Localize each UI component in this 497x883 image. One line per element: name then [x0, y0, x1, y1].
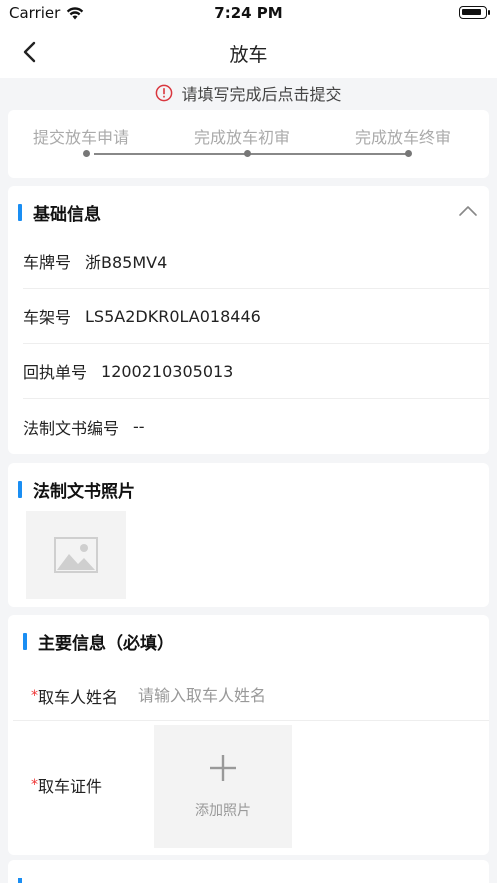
progress-steps: 提交放车申请 完成放车初审 完成放车终审 — [8, 110, 489, 178]
add-photo-label: 添加照片 — [195, 802, 251, 819]
notice-banner: 请填写完成后点击提交 — [0, 78, 497, 108]
legal-photo-header: 法制文书照片 — [8, 463, 489, 513]
battery-icon — [459, 6, 490, 19]
pickup-name-input[interactable] — [138, 686, 359, 705]
info-icon — [156, 84, 173, 102]
chevron-up-icon[interactable] — [457, 200, 479, 222]
status-bar: Carrier 7:24 PM — [0, 0, 497, 26]
basic-info-header[interactable]: 基础信息 — [8, 186, 489, 236]
step-connector — [94, 153, 246, 155]
next-section-card — [8, 860, 489, 883]
pickup-name-row: * 取车人姓名 — [13, 671, 489, 721]
pickup-id-label: 取车证件 — [38, 777, 103, 796]
row-label: 车牌号 — [23, 253, 72, 272]
clock: 7:24 PM — [214, 4, 283, 22]
plate-number-row: 车牌号 浙B85MV4 — [23, 234, 489, 289]
legal-doc-photo[interactable] — [26, 511, 126, 599]
main-info-card: 主要信息（必填） * 取车人姓名 * 取车证件 添加照片 — [8, 615, 489, 855]
row-value: 浙B85MV4 — [85, 253, 168, 272]
required-mark: * — [31, 777, 38, 793]
nav-bar: 放车 — [0, 26, 497, 78]
section-accent-bar — [18, 204, 22, 221]
row-value: LS5A2DKR0LA018446 — [85, 306, 261, 326]
section-accent-bar — [18, 878, 22, 883]
plus-icon — [210, 754, 236, 781]
add-photo-button[interactable]: 添加照片 — [154, 725, 292, 848]
notice-text: 请填写完成后点击提交 — [181, 85, 342, 104]
section-title: 法制文书照片 — [33, 482, 135, 502]
step-3-dot — [405, 150, 412, 157]
row-value: -- — [133, 417, 145, 436]
row-value: 1200210305013 — [101, 361, 234, 381]
section-title: 主要信息（必填） — [38, 634, 174, 654]
main-info-header: 主要信息（必填） — [8, 615, 489, 665]
row-label: 车架号 — [23, 308, 72, 327]
section-title: 基础信息 — [33, 205, 101, 225]
step-2-dot — [244, 150, 251, 157]
receipt-number-row: 回执单号 1200210305013 — [23, 344, 489, 399]
vin-row: 车架号 LS5A2DKR0LA018446 — [23, 289, 489, 344]
legal-photo-card: 法制文书照片 — [8, 463, 489, 607]
pickup-name-label: 取车人姓名 — [38, 687, 119, 707]
step-3-label: 完成放车终审 — [355, 128, 452, 147]
step-connector — [248, 153, 408, 155]
section-accent-bar — [18, 481, 22, 498]
image-placeholder-icon — [54, 537, 98, 573]
basic-info-card: 基础信息 车牌号 浙B85MV4 车架号 LS5A2DKR0LA018446 回… — [8, 186, 489, 454]
step-1-dot — [83, 150, 90, 157]
legal-doc-number-row: 法制文书编号 -- — [23, 399, 489, 454]
required-mark: * — [31, 687, 38, 704]
page-title: 放车 — [229, 44, 268, 66]
step-2-label: 完成放车初审 — [194, 128, 291, 147]
step-1-label: 提交放车申请 — [33, 128, 130, 147]
row-label: 法制文书编号 — [23, 418, 120, 438]
row-label: 回执单号 — [23, 363, 88, 382]
section-accent-bar — [23, 633, 27, 650]
